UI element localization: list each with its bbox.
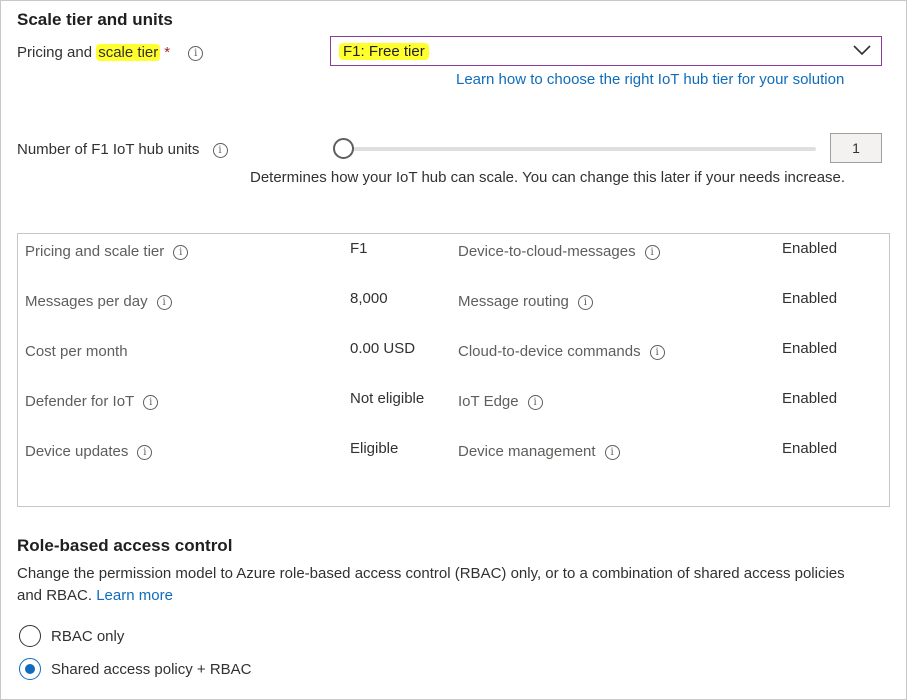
info-icon[interactable]: i xyxy=(577,294,593,310)
summary-label-text: Pricing and scale tier xyxy=(25,243,165,260)
summary-label-text: Defender for IoT xyxy=(25,393,135,410)
units-label: Number of F1 IoT hub units i xyxy=(17,141,228,158)
units-slider-thumb[interactable] xyxy=(333,138,354,159)
info-icon[interactable]: i xyxy=(173,244,189,260)
radio-shared-access-rbac-label[interactable]: Shared access policy + RBAC xyxy=(51,661,252,678)
pricing-tier-label-highlight: scale tier xyxy=(96,44,161,61)
info-icon[interactable]: i xyxy=(604,444,620,460)
summary-label: Cost per month xyxy=(25,343,128,360)
summary-label: Message routing i xyxy=(458,293,593,310)
radio-rbac-only-label[interactable]: RBAC only xyxy=(51,628,124,645)
pricing-tier-selected: F1: Free tier xyxy=(339,43,429,60)
summary-label-text: Device management xyxy=(458,443,596,460)
summary-label-text: Device updates xyxy=(25,443,129,460)
info-icon[interactable]: i xyxy=(188,45,204,61)
summary-label: Cloud-to-device commands i xyxy=(458,343,665,360)
units-label-text: Number of F1 IoT hub units xyxy=(17,141,200,158)
summary-label: Device-to-cloud-messages i xyxy=(458,243,660,260)
units-slider-track[interactable] xyxy=(343,147,816,151)
radio-shared-access-rbac[interactable] xyxy=(19,658,41,680)
chevron-down-icon xyxy=(853,45,871,56)
learn-more-link[interactable]: Learn more xyxy=(96,587,173,604)
summary-label: Pricing and scale tier i xyxy=(25,243,189,260)
summary-label: Device updates i xyxy=(25,443,153,460)
tier-summary-panel: Pricing and scale tier i F1 Messages per da… xyxy=(17,233,890,507)
summary-value: Not eligible xyxy=(350,390,425,407)
summary-label: Device management i xyxy=(458,443,620,460)
info-icon[interactable]: i xyxy=(212,142,228,158)
pricing-tier-label-text: Pricing and xyxy=(17,44,93,61)
summary-value: F1 xyxy=(350,240,368,257)
units-hint: Determines how your IoT hub can scale. Y… xyxy=(250,169,846,186)
summary-label-text: Message routing xyxy=(458,293,569,310)
summary-label-text: Cost per month xyxy=(25,343,128,360)
summary-label: Messages per day i xyxy=(25,293,172,310)
scale-section-title: Scale tier and units xyxy=(17,10,173,29)
summary-label-text: Cloud-to-device commands xyxy=(458,343,641,360)
summary-label-text: Device-to-cloud-messages xyxy=(458,243,636,260)
learn-tier-link[interactable]: Learn how to choose the right IoT hub ti… xyxy=(456,71,844,88)
summary-label: Defender for IoT i xyxy=(25,393,159,410)
rbac-section-title: Role-based access control xyxy=(17,536,233,555)
info-icon[interactable]: i xyxy=(649,344,665,360)
summary-value: Eligible xyxy=(350,440,399,457)
summary-label: IoT Edge i xyxy=(458,393,543,410)
pricing-tier-dropdown[interactable]: F1: Free tier xyxy=(330,36,882,66)
summary-label-text: Messages per day xyxy=(25,293,148,310)
info-icon[interactable]: i xyxy=(137,444,153,460)
summary-value: 0.00 USD xyxy=(350,340,416,357)
info-icon[interactable]: i xyxy=(644,244,660,260)
radio-rbac-only[interactable] xyxy=(19,625,41,647)
summary-value: Enabled xyxy=(782,240,838,257)
info-icon[interactable]: i xyxy=(527,394,543,410)
info-icon[interactable]: i xyxy=(143,394,159,410)
required-marker: * xyxy=(164,44,171,61)
rbac-description: Change the permission model to Azure rol… xyxy=(17,563,867,607)
units-value-box[interactable]: 1 xyxy=(830,133,882,163)
info-icon[interactable]: i xyxy=(156,294,172,310)
summary-value: Enabled xyxy=(782,340,838,357)
pricing-tier-label: Pricing and scale tier * i xyxy=(17,44,204,61)
summary-label-text: IoT Edge xyxy=(458,393,519,410)
summary-value: Enabled xyxy=(782,390,838,407)
summary-value: Enabled xyxy=(782,290,838,307)
summary-value: Enabled xyxy=(782,440,838,457)
summary-value: 8,000 xyxy=(350,290,388,307)
